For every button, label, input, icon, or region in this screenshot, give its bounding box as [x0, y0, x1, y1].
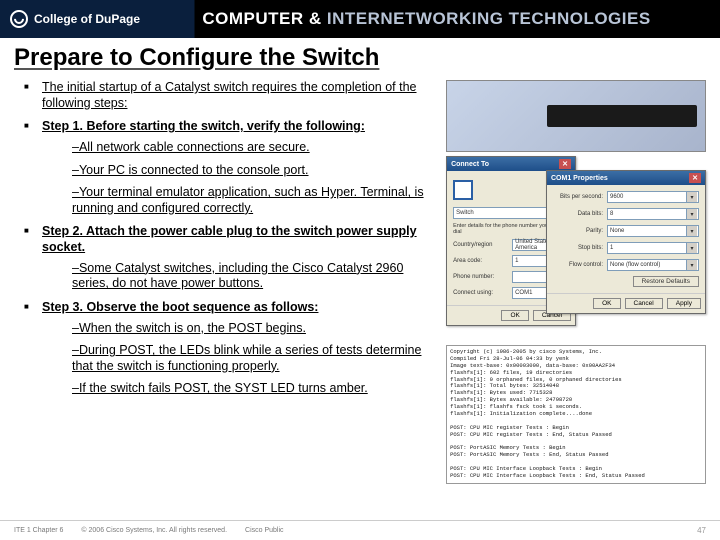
dialog-titlebar: COM1 Properties ✕	[547, 171, 705, 185]
ok-button[interactable]: OK	[501, 310, 528, 321]
footer-copyright: © 2006 Cisco Systems, Inc. All rights re…	[81, 527, 227, 534]
header-title: COMPUTER & INTERNETWORKING TECHNOLOGIES	[194, 9, 650, 29]
step2-lead: Step 2. Attach the power cable plug to t…	[42, 224, 417, 254]
dialog-titlebar: Connect To ✕	[447, 157, 575, 171]
area-label: Area code:	[453, 258, 508, 264]
parity-label: Parity:	[553, 228, 603, 234]
flow-select[interactable]: None (flow control)	[607, 259, 699, 271]
text-column: The initial startup of a Catalyst switch…	[14, 80, 438, 484]
intro-text: The initial startup of a Catalyst switch…	[42, 80, 417, 110]
step1-item: –Your terminal emulator application, suc…	[72, 185, 438, 216]
connection-icon[interactable]	[453, 180, 473, 200]
close-icon[interactable]: ✕	[689, 173, 701, 183]
stopbits-label: Stop bits:	[553, 245, 603, 251]
step2-item: –Some Catalyst switches, including the C…	[72, 261, 438, 292]
step3-bullet: Step 3. Observe the boot sequence as fol…	[30, 300, 438, 397]
step1-lead: Step 1. Before starting the switch, veri…	[42, 119, 365, 133]
switch-photo	[446, 80, 706, 152]
connect-label: Connect using:	[453, 290, 508, 296]
step3-item: –When the switch is on, the POST begins.	[72, 321, 438, 337]
dialog1-title: Connect To	[451, 161, 489, 168]
step3-item: –If the switch fails POST, the SYST LED …	[72, 381, 438, 397]
step2-bullet: Step 2. Attach the power cable plug to t…	[30, 224, 438, 292]
dialog2-title: COM1 Properties	[551, 175, 608, 182]
flow-label: Flow control:	[553, 262, 603, 268]
close-icon[interactable]: ✕	[559, 159, 571, 169]
logo-icon	[10, 10, 28, 28]
ok-button[interactable]: OK	[593, 298, 620, 309]
content-row: The initial startup of a Catalyst switch…	[14, 80, 706, 484]
databits-label: Data bits:	[553, 211, 603, 217]
terminal-output: Copyright (c) 1986-2005 by cisco Systems…	[446, 345, 706, 484]
college-name: College of DuPage	[34, 12, 140, 26]
cancel-button[interactable]: Cancel	[625, 298, 663, 309]
step1-item: –All network cable connections are secur…	[72, 140, 438, 156]
step1-item: –Your PC is connected to the console por…	[72, 163, 438, 179]
header-bar: College of DuPage COMPUTER & INTERNETWOR…	[0, 0, 720, 38]
step1-bullet: Step 1. Before starting the switch, veri…	[30, 119, 438, 216]
footer-classification: Cisco Public	[245, 527, 284, 534]
bps-select[interactable]: 9600	[607, 191, 699, 203]
slide-body: Prepare to Configure the Switch The init…	[0, 38, 720, 518]
country-label: Country/region	[453, 242, 508, 248]
image-column: Connect To ✕ Switch Enter details for th…	[446, 80, 706, 484]
databits-select[interactable]: 8	[607, 208, 699, 220]
dialog-stack: Connect To ✕ Switch Enter details for th…	[446, 156, 706, 341]
intro-bullet: The initial startup of a Catalyst switch…	[30, 80, 438, 111]
step3-lead: Step 3. Observe the boot sequence as fol…	[42, 300, 318, 314]
footer: ITE 1 Chapter 6 © 2006 Cisco Systems, In…	[0, 520, 720, 540]
apply-button[interactable]: Apply	[667, 298, 701, 309]
phone-label: Phone number:	[453, 274, 508, 280]
slide-title: Prepare to Configure the Switch	[14, 44, 706, 72]
college-logo: College of DuPage	[0, 10, 194, 28]
parity-select[interactable]: None	[607, 225, 699, 237]
com-properties-dialog: COM1 Properties ✕ Bits per second: 9600 D…	[546, 170, 706, 314]
bps-label: Bits per second:	[553, 194, 603, 200]
page-number: 47	[697, 526, 706, 535]
step3-item: –During POST, the LEDs blink while a ser…	[72, 343, 438, 374]
footer-chapter: ITE 1 Chapter 6	[14, 527, 63, 534]
header-title-a: COMPUTER &	[202, 9, 321, 28]
restore-button[interactable]: Restore Defaults	[633, 276, 699, 287]
header-title-b: INTERNETWORKING TECHNOLOGIES	[327, 9, 651, 28]
stopbits-select[interactable]: 1	[607, 242, 699, 254]
